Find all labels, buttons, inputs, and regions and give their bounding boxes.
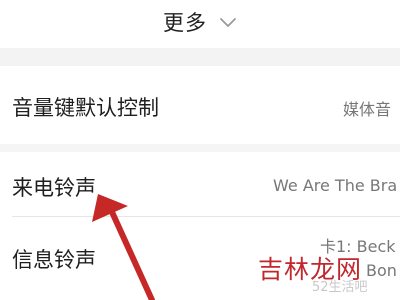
call-ringtone-label: 来电铃声 [12, 176, 96, 200]
volume-key-row[interactable]: 音量键默认控制 媒体音 [0, 66, 400, 144]
call-ringtone-row[interactable]: 来电铃声 We Are The Bra [0, 152, 400, 216]
volume-key-value: 媒体音 [343, 100, 392, 119]
section-gap [0, 48, 400, 66]
volume-key-section: 音量键默认控制 媒体音 [0, 66, 400, 144]
more-button[interactable]: 更多 [0, 0, 400, 44]
chevron-down-icon [220, 18, 236, 27]
message-ringtone-label: 信息铃声 [12, 248, 96, 272]
more-bar: 更多 [0, 0, 400, 48]
volume-key-label: 音量键默认控制 [12, 96, 159, 120]
message-ringtone-sim2-value: Bon [366, 261, 397, 280]
call-ringtone-value: We Are The Bra [273, 176, 398, 195]
watermark-url: 52生活吧 [312, 280, 368, 295]
more-label: 更多 [163, 11, 207, 35]
